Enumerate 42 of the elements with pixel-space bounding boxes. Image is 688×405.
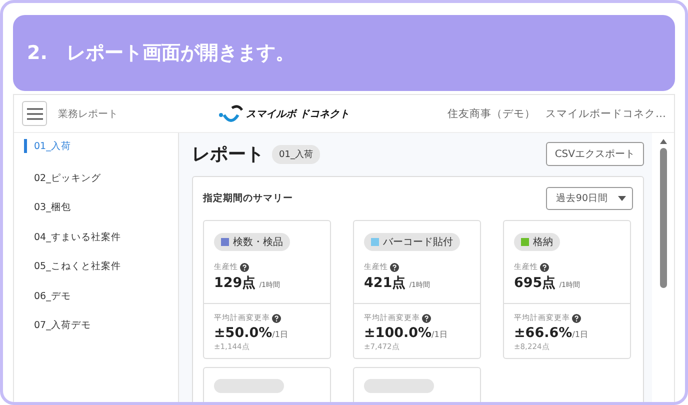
scrollbar-thumb[interactable]: [660, 148, 666, 288]
step-text: 2. レポート画面が開きます。: [27, 41, 294, 66]
process-chip: [214, 379, 284, 393]
process-name: 格納: [533, 236, 553, 249]
company-name[interactable]: 住友商事（デモ）: [448, 106, 536, 120]
menu-button[interactable]: [22, 101, 47, 126]
sidebar-item[interactable]: 03_梱包: [24, 198, 178, 228]
process-chip: [364, 379, 434, 393]
sidebar-item[interactable]: 04_すまいる社案件: [24, 228, 178, 257]
report-tag: 01_入荷: [272, 144, 320, 164]
summary-title: 指定期間のサマリー: [203, 192, 293, 205]
help-icon[interactable]: [540, 262, 549, 272]
page-title: 業務レポート: [58, 108, 119, 120]
help-icon[interactable]: [240, 262, 249, 272]
csv-export-button[interactable]: CSVエクスポート: [546, 142, 644, 166]
sidebar-item[interactable]: 07_入荷デモ: [24, 316, 178, 346]
metric-value: 695点: [514, 274, 556, 292]
metric-unit: /1日: [272, 329, 288, 340]
metric-value: ±66.6%: [514, 325, 572, 341]
metric-unit: /1日: [572, 329, 588, 340]
report-title: レポート: [192, 143, 264, 166]
process-name: バーコード貼付: [383, 236, 453, 249]
user-name[interactable]: スマイルボードコネク…: [546, 106, 666, 120]
help-icon[interactable]: [272, 314, 281, 322]
sidebar-item[interactable]: 02_ピッキング: [24, 168, 178, 198]
scroll-up-icon[interactable]: [660, 139, 666, 144]
metric-unit: /1日: [432, 329, 448, 340]
metric-value: ±100.0%: [364, 325, 432, 341]
menu-icon: [26, 108, 42, 120]
metric-value: ±50.0%: [214, 325, 272, 341]
help-icon[interactable]: [390, 262, 399, 272]
help-icon[interactable]: [422, 314, 431, 322]
help-icon[interactable]: [572, 314, 581, 322]
caret-icon: [618, 196, 626, 201]
metric-value: 129点: [214, 274, 256, 292]
sidebar-item[interactable]: 05_こねくと社案件: [24, 257, 178, 286]
logo-text: スマイルボ ドコネクト: [246, 108, 350, 120]
smile-logo-icon: [218, 104, 244, 124]
period-dropdown[interactable]: 過去90日間: [546, 187, 633, 210]
metric-value: 421点: [364, 274, 406, 292]
sidebar-item[interactable]: 06_デモ: [24, 286, 178, 316]
process-name: 検数・検品: [233, 236, 283, 249]
